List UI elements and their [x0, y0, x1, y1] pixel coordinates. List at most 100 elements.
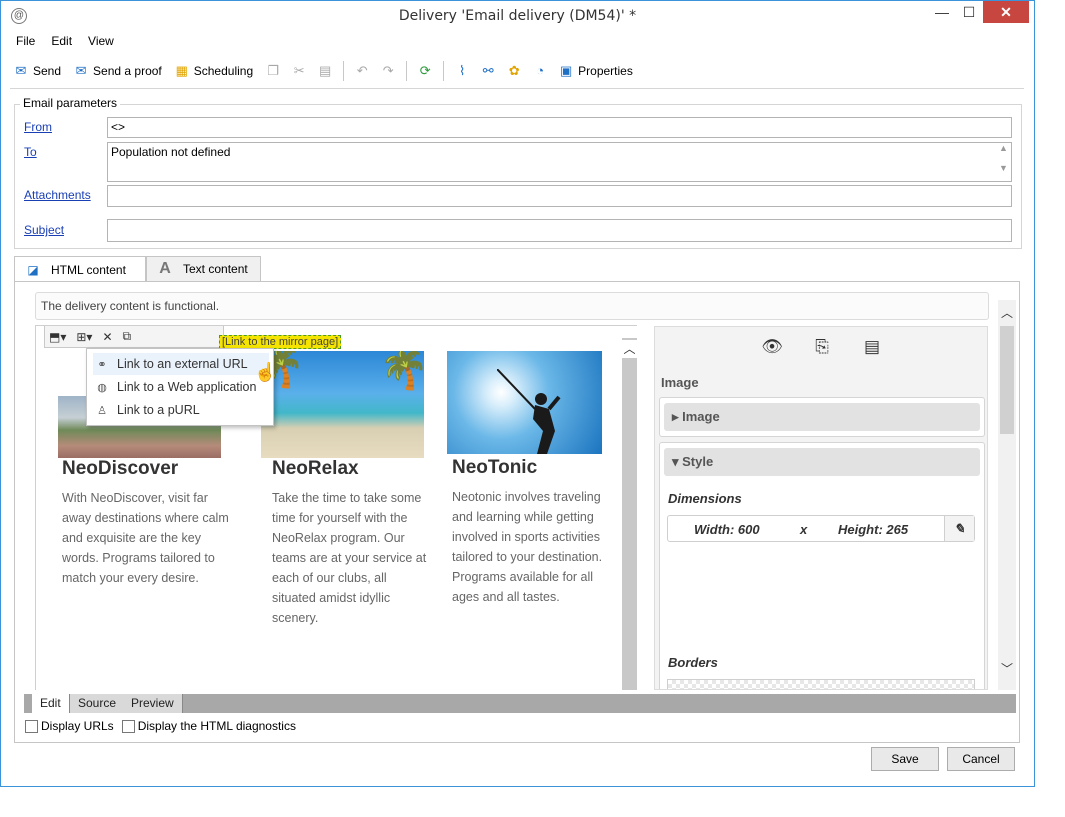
- scheduling-button[interactable]: ▦ Scheduling: [174, 63, 254, 79]
- scroll-up-icon[interactable]: ︿: [998, 304, 1016, 321]
- purl-link-icon: ♙: [97, 404, 107, 417]
- email-parameters-title: Email parameters: [20, 96, 121, 110]
- undo-icon[interactable]: ↶: [354, 63, 370, 79]
- to-value: Population not defined: [111, 145, 231, 159]
- menu-item-label: Link to a Web application: [117, 380, 257, 394]
- caret-right-icon: ▸: [672, 409, 683, 424]
- menu-item-external-url[interactable]: ⚭ Link to an external URL: [93, 353, 269, 375]
- editor-scroll-up-icon[interactable]: ︿: [622, 340, 637, 358]
- menu-edit[interactable]: Edit: [51, 34, 72, 50]
- palm-tree-icon: 🌴: [379, 351, 424, 391]
- properties-button[interactable]: ▣ Properties: [558, 63, 633, 79]
- neotonic-image[interactable]: [447, 351, 602, 454]
- envelope-icon: ✉: [15, 63, 27, 78]
- mirror-page-link[interactable]: [Link to the mirror page]: [219, 335, 342, 349]
- send-proof-button[interactable]: ✉ Send a proof: [73, 63, 162, 79]
- tab-edit[interactable]: Edit: [32, 694, 70, 713]
- to-field[interactable]: Population not defined ▲ ▼: [107, 142, 1012, 182]
- menu-item-label: Link to an external URL: [117, 357, 248, 371]
- save-button[interactable]: Save: [871, 747, 939, 771]
- window-title: Delivery 'Email delivery (DM54)' *: [398, 8, 637, 24]
- card-text: With NeoDiscover, visit far away destina…: [62, 491, 229, 585]
- tracking-icon[interactable]: ◔: [532, 63, 548, 79]
- clipboard-icon: ▣: [559, 63, 573, 78]
- properties-label: Properties: [578, 64, 633, 78]
- borders-field[interactable]: [667, 679, 975, 689]
- menu-bar: File Edit View: [11, 34, 130, 50]
- card-title: NeoDiscover: [62, 458, 179, 479]
- hand-cursor-icon: ☝: [254, 362, 277, 382]
- tab-html-content[interactable]: ◪ HTML content: [14, 256, 146, 282]
- tab-text-content[interactable]: A Text content: [146, 256, 261, 281]
- to-field-scrollbar[interactable]: ▲ ▼: [996, 143, 1011, 181]
- dimensions-field[interactable]: Width: 600 x Height: 265 ✎: [667, 515, 975, 542]
- send-proof-label: Send a proof: [93, 64, 162, 78]
- insert-link-menu: ⚭ Link to an external URL ◍ Link to a We…: [86, 348, 274, 426]
- from-field[interactable]: <>: [107, 117, 1012, 138]
- send-label: Send: [33, 64, 62, 78]
- delete-icon[interactable]: ✕: [102, 330, 112, 344]
- refresh-icon[interactable]: ⟳: [417, 63, 433, 79]
- side-panel-heading: Image: [661, 375, 699, 390]
- card-title: NeoRelax: [272, 458, 359, 479]
- card-text: Neotonic involves traveling and learning…: [452, 490, 603, 604]
- width-value: Width: 600: [694, 522, 760, 537]
- tab-html-label: HTML content: [51, 262, 126, 277]
- cancel-button[interactable]: Cancel: [947, 747, 1015, 771]
- menu-item-label: Link to a pURL: [117, 403, 200, 417]
- insert-image-icon[interactable]: ⬒▾: [49, 330, 66, 344]
- scroll-down-icon[interactable]: ﹀: [998, 660, 1016, 677]
- to-link[interactable]: To: [24, 145, 37, 159]
- style-section-header[interactable]: ▾ Style: [664, 448, 980, 476]
- text-content-icon: A: [159, 260, 171, 277]
- gift-icon[interactable]: ✿: [506, 63, 522, 79]
- paste-icon[interactable]: ▤: [317, 63, 333, 79]
- dimension-separator: x: [800, 522, 808, 537]
- main-toolbar: ✉ Send ✉ Send a proof ▦ Scheduling ❐ ✂ ▤…: [13, 59, 1023, 83]
- pencil-icon[interactable]: ✎: [944, 516, 974, 541]
- toolbar-separator: [406, 61, 408, 81]
- link-icon[interactable]: ⚯: [480, 63, 496, 79]
- caret-down-icon: ▾: [672, 454, 683, 469]
- from-link[interactable]: From: [24, 120, 52, 134]
- editor-scrollbar[interactable]: [622, 338, 637, 690]
- toolbar-divider: [10, 88, 1024, 89]
- tab-source[interactable]: Source: [70, 694, 126, 713]
- insert-link-icon[interactable]: ⊞▾: [76, 330, 92, 344]
- url-link-icon: ⚭: [97, 358, 107, 371]
- cut-icon[interactable]: ✂: [291, 63, 307, 79]
- title-bar: @ Delivery 'Email delivery (DM54)' * — ☐…: [1, 1, 1034, 31]
- html-diagnostics-label: Display the HTML diagnostics: [137, 719, 296, 733]
- copy-icon[interactable]: ❐: [265, 63, 281, 79]
- attachments-field[interactable]: [107, 185, 1012, 207]
- menu-file[interactable]: File: [16, 34, 35, 50]
- scrollbar-thumb[interactable]: [1000, 326, 1014, 434]
- tab-preview[interactable]: Preview: [123, 694, 183, 713]
- display-urls-checkbox[interactable]: [25, 719, 38, 733]
- subject-link[interactable]: Subject: [24, 223, 64, 237]
- attachment-icon[interactable]: ⌇: [454, 63, 470, 79]
- menu-item-purl[interactable]: ♙ Link to a pURL: [93, 399, 269, 421]
- preview-eye-icon[interactable]: 👁: [761, 337, 783, 359]
- height-value: Height: 265: [838, 522, 909, 537]
- image-section: ▸ Image: [659, 397, 985, 437]
- attachments-link[interactable]: Attachments: [24, 188, 91, 202]
- image-section-header[interactable]: ▸ Image: [664, 403, 980, 431]
- redo-icon[interactable]: ↷: [380, 63, 396, 79]
- menu-item-web-application[interactable]: ◍ Link to a Web application: [93, 376, 269, 398]
- html-diagnostics-checkbox[interactable]: [121, 719, 135, 733]
- minimize-button[interactable]: —: [929, 1, 955, 23]
- subject-field[interactable]: [107, 219, 1012, 242]
- select-parent-icon[interactable]: ⧉: [123, 329, 132, 344]
- neorelax-image[interactable]: 🌴 🌴: [261, 351, 424, 458]
- editor-mode-tabs: Edit Source Preview: [24, 694, 1016, 713]
- maximize-button[interactable]: ☐: [956, 1, 982, 23]
- paste-page-icon[interactable]: ▤: [861, 337, 883, 359]
- tab-text-label: Text content: [183, 262, 248, 276]
- close-button[interactable]: ✕: [983, 1, 1029, 23]
- menu-view[interactable]: View: [88, 34, 114, 50]
- insert-page-icon[interactable]: ⎘: [811, 337, 833, 359]
- send-button[interactable]: ✉ Send: [13, 63, 61, 79]
- dimensions-label: Dimensions: [668, 491, 742, 506]
- content-scrollbar[interactable]: ︿ ﹀: [998, 300, 1016, 690]
